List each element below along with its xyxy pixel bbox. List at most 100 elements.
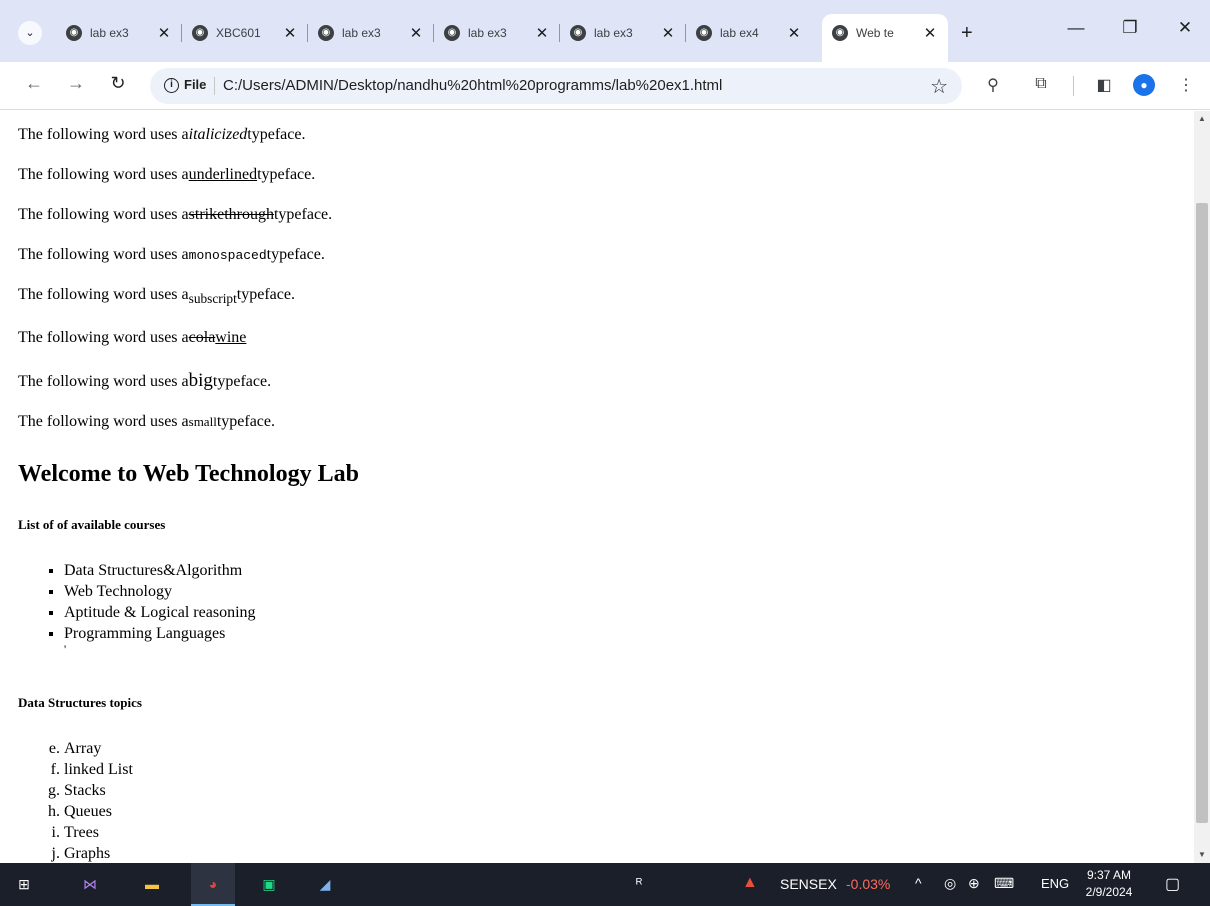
italic-word: italicized (188, 126, 248, 143)
line-suffix: typeface. (212, 373, 272, 390)
deleted-word: cola (188, 329, 216, 346)
address-separator (214, 77, 215, 95)
del-ins-line: The following word uses acolawine (18, 329, 246, 347)
list-item: Aptitude & Logical reasoning (64, 602, 256, 623)
tab-lab-ex3-4[interactable]: ◉ lab ex3 ✕ (560, 16, 686, 50)
ticker-name[interactable]: SENSEX (780, 876, 837, 892)
italic-line: The following word uses aitalicizedtypef… (18, 126, 305, 144)
list-item: Stacks (64, 780, 133, 801)
site-info-chip[interactable]: File (184, 77, 206, 92)
underlined-word: underlined (188, 166, 258, 183)
list-item: Graphs (64, 843, 133, 863)
pycharm-icon[interactable]: ▣ (257, 872, 281, 896)
restore-button[interactable]: ❐ (1115, 18, 1145, 38)
vertical-scrollbar[interactable]: ▲ ▼ (1194, 111, 1210, 863)
tab-label: lab ex3 (468, 26, 507, 40)
extension-icon[interactable]: ⚲ (982, 75, 1004, 95)
menu-icon[interactable]: ⋮ (1175, 75, 1197, 95)
line-suffix: typeface. (257, 166, 316, 183)
topics-title: Data Structures topics (18, 695, 142, 710)
tab-search-button[interactable]: ⌄ (18, 21, 42, 45)
tray-app-icon[interactable]: ◎ (944, 875, 956, 892)
line-suffix: typeface. (236, 286, 295, 303)
tab-label: lab ex4 (720, 26, 759, 40)
globe-icon: ◉ (318, 25, 334, 41)
close-icon[interactable]: ✕ (534, 24, 550, 42)
courses-list: Data Structures&Algorithm Web Technology… (64, 560, 256, 644)
visual-studio-icon[interactable]: ⋈ (78, 872, 102, 896)
list-item: Queues (64, 801, 133, 822)
close-icon[interactable]: ✕ (282, 24, 298, 42)
small-word: small (188, 414, 217, 429)
puzzle-icon[interactable]: ⧉ (1030, 75, 1052, 93)
scrollbar-thumb[interactable] (1196, 203, 1208, 823)
browser-toolbar: ← → ↻ i File C:/Users/ADMIN/Desktop/nand… (0, 62, 1210, 110)
language-indicator[interactable]: ENG (1041, 876, 1069, 891)
close-icon[interactable]: ✕ (660, 24, 676, 42)
ticker-change[interactable]: -0.03% (846, 876, 890, 892)
network-globe-icon[interactable]: ⊕ (968, 875, 980, 892)
keyboard-icon[interactable]: ⌨ (994, 875, 1014, 892)
chrome-icon[interactable]: ◕ (201, 872, 225, 896)
big-word: big (188, 370, 213, 391)
scroll-down-arrow-icon[interactable]: ▼ (1194, 847, 1210, 863)
info-icon[interactable]: i (164, 78, 179, 93)
profile-avatar-icon[interactable]: ● (1133, 74, 1155, 96)
globe-icon: ◉ (444, 25, 460, 41)
tab-label: Web te (856, 26, 894, 40)
page-content: The following word uses a italicized typef… (0, 111, 1194, 863)
arrow-left-icon: ← (25, 73, 43, 93)
arrow-right-icon: → (67, 73, 85, 93)
list-item: Array (64, 738, 133, 759)
address-bar[interactable]: i File C:/Users/ADMIN/Desktop/nandhu%20h… (150, 68, 962, 104)
tab-lab-ex3-1[interactable]: ◉ lab ex3 ✕ (56, 16, 182, 50)
back-button[interactable]: ← (22, 73, 46, 94)
windows-start-icon[interactable]: ⊞ (12, 872, 36, 896)
line-suffix: typeface. (266, 246, 325, 263)
tab-web-technology[interactable]: ◉ Web te ✕ (822, 14, 948, 62)
tab-lab-ex3-3[interactable]: ◉ lab ex3 ✕ (434, 16, 560, 50)
toolbar-separator (1073, 76, 1074, 96)
chevron-up-icon[interactable]: ^ (915, 875, 922, 891)
bookmark-star-icon[interactable]: ☆ (930, 74, 948, 99)
topics-list: Array linked List Stacks Queues Trees Gr… (64, 738, 133, 863)
minimize-button[interactable]: — (1061, 18, 1091, 38)
url-text[interactable]: C:/Users/ADMIN/Desktop/nandhu%20html%20p… (223, 77, 722, 94)
strikethrough-line: The following word uses astrikethroughty… (18, 206, 332, 224)
line-prefix: The following word uses a (18, 329, 189, 346)
underline-line: The following word uses aunderlinedtypef… (18, 166, 315, 184)
tab-xbc601[interactable]: ◉ XBC601 ✕ (182, 16, 308, 50)
list-item: Web Technology (64, 581, 256, 602)
app-icon[interactable]: ◢ (313, 872, 337, 896)
reload-button[interactable]: ↻ (106, 73, 130, 94)
clock[interactable]: 9:37 AM 2/9/2024 (1080, 867, 1138, 901)
tab-lab-ex3-2[interactable]: ◉ lab ex3 ✕ (308, 16, 434, 50)
tab-label: lab ex3 (594, 26, 633, 40)
stock-chart-icon[interactable]: ▲ (742, 874, 758, 892)
list-item: Trees (64, 822, 133, 843)
side-panel-icon[interactable]: ◧ (1093, 75, 1115, 95)
monospace-line: The following word uses amonospacedtypef… (18, 246, 325, 264)
close-icon[interactable]: ✕ (156, 24, 172, 42)
close-icon[interactable]: ✕ (408, 24, 424, 42)
line-suffix: typeface. (273, 206, 333, 223)
forward-button[interactable]: → (64, 73, 88, 94)
close-icon[interactable]: ✕ (786, 24, 802, 42)
people-icon[interactable]: ᴿ (636, 875, 642, 891)
list-item: Programming Languages (64, 623, 256, 644)
clock-date: 2/9/2024 (1085, 885, 1133, 899)
line-prefix: The following word uses a (18, 413, 189, 430)
notification-icon[interactable]: ▢ (1165, 874, 1180, 894)
tab-lab-ex4[interactable]: ◉ lab ex4 ✕ (686, 16, 812, 50)
small-line: The following word uses asmalltypeface. (18, 413, 275, 431)
minimize-icon: — (1067, 18, 1085, 37)
close-window-button[interactable]: ✕ (1170, 18, 1200, 38)
subscript-line: The following word uses asubscripttypefa… (18, 286, 295, 307)
tab-label: lab ex3 (342, 26, 381, 40)
scroll-up-arrow-icon[interactable]: ▲ (1194, 111, 1210, 127)
globe-icon: ◉ (570, 25, 586, 41)
courses-title: List of of available courses (18, 517, 166, 532)
file-explorer-icon[interactable]: ▬ (140, 872, 164, 896)
close-icon[interactable]: ✕ (922, 24, 938, 42)
new-tab-button[interactable]: + (961, 22, 973, 45)
